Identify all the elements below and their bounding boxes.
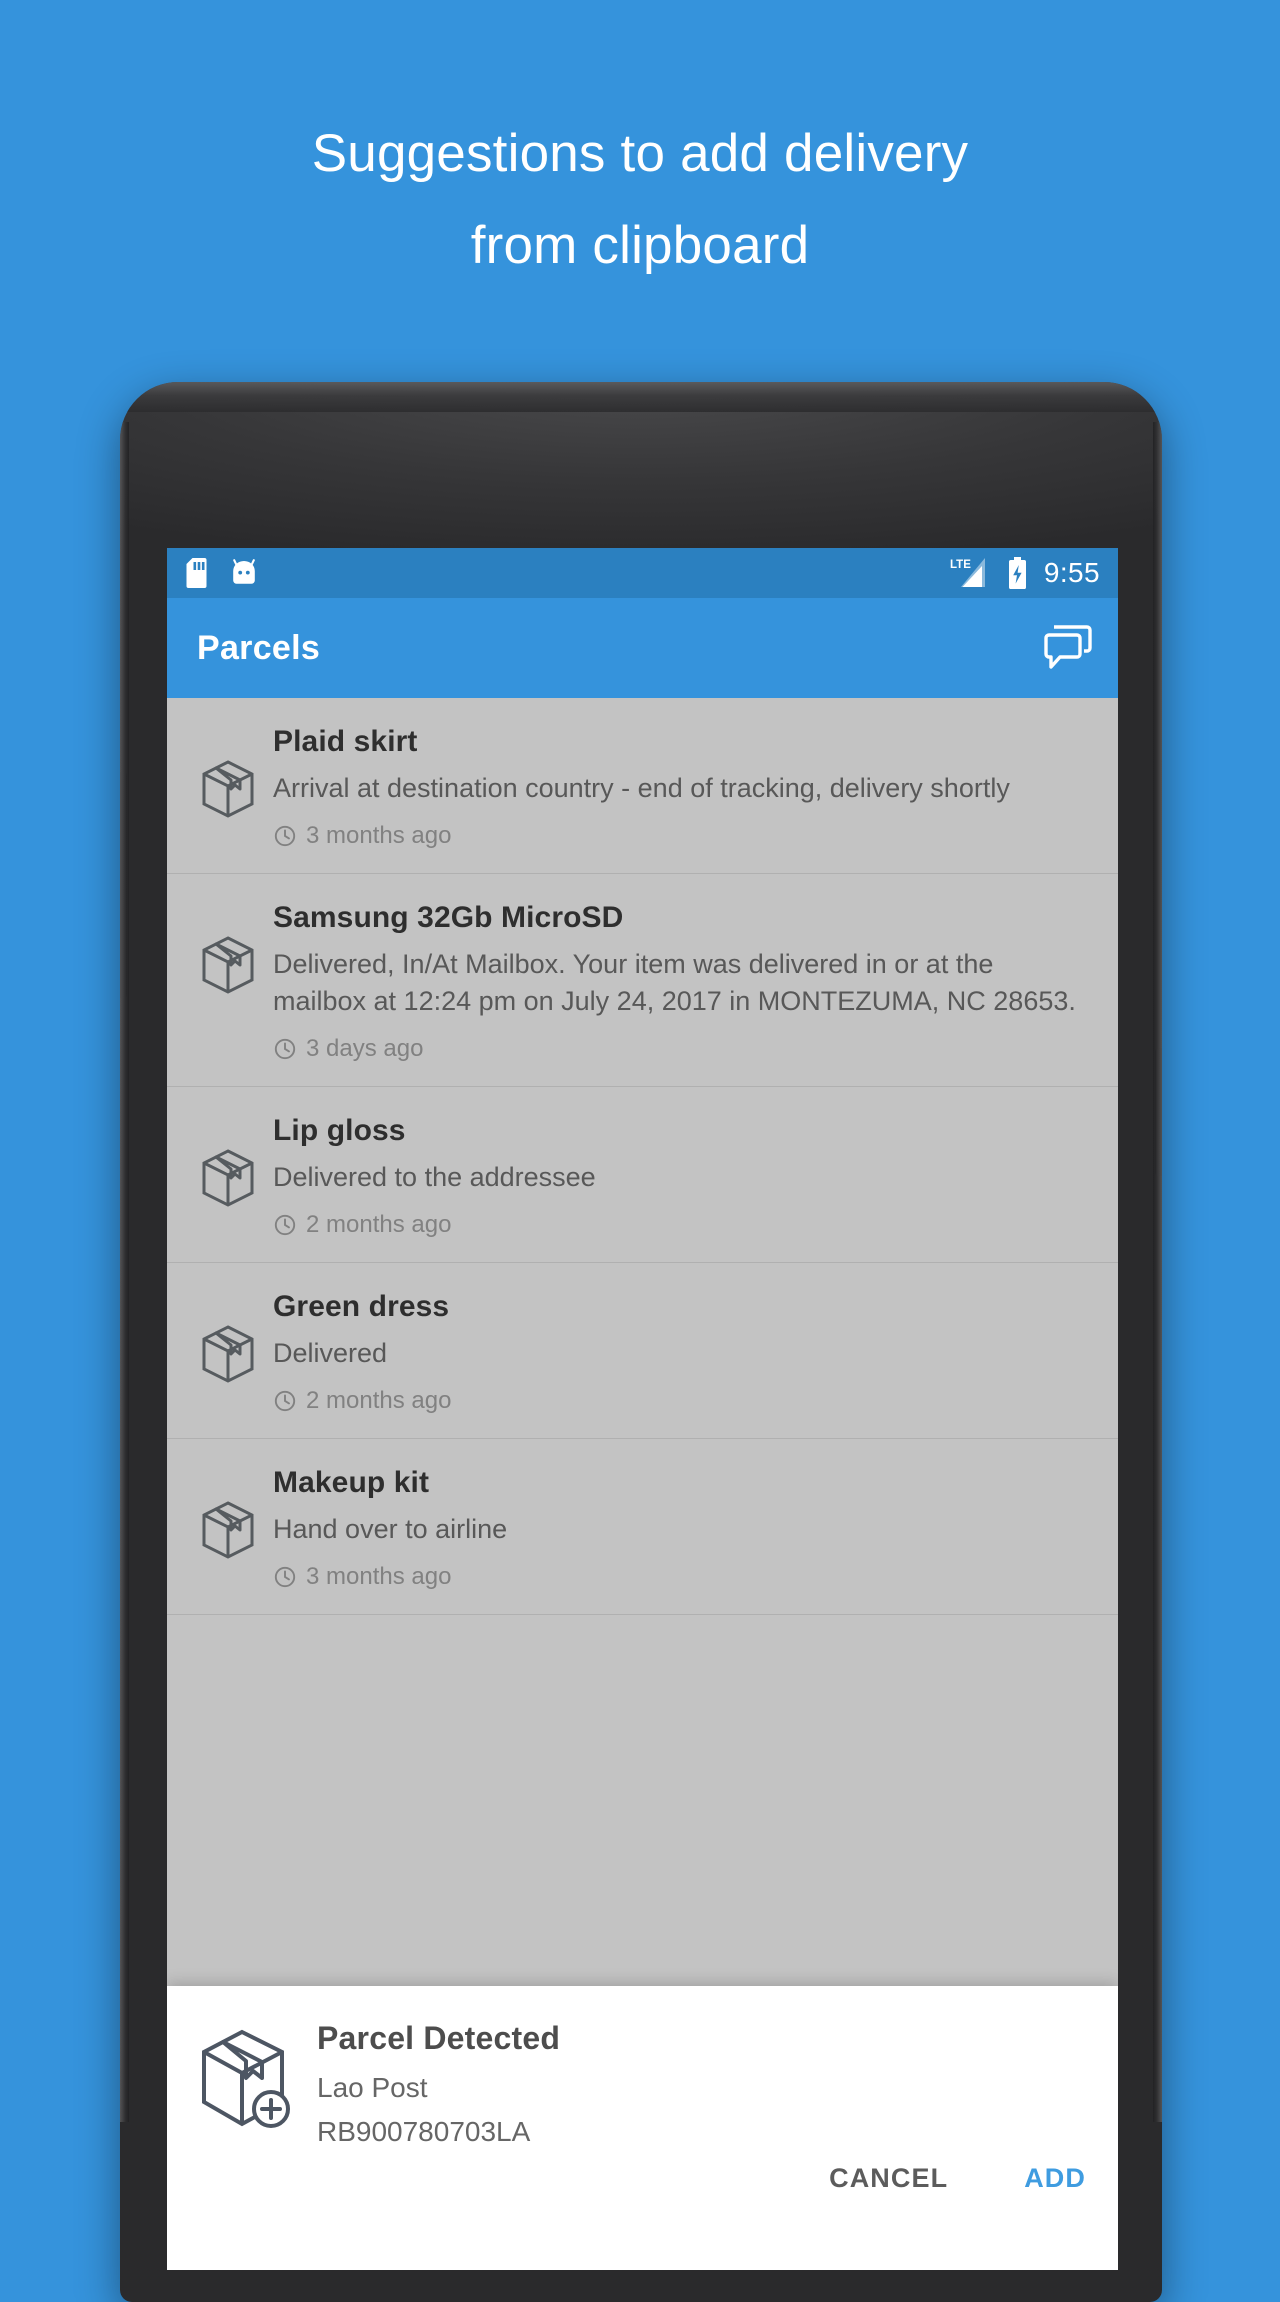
parcel-item-time-label: 3 months ago (306, 822, 452, 849)
app-bar-title: Parcels (197, 628, 321, 667)
status-bar-right-icons: LTE 9:55 (949, 557, 1100, 589)
dialog-actions: CANCEL ADD (825, 2157, 1090, 2200)
parcel-add-icon (195, 2016, 299, 2132)
parcel-list-item[interactable]: Makeup kit Hand over to airline 3 months… (167, 1439, 1118, 1615)
parcel-item-status: Delivered to the addressee (273, 1162, 596, 1192)
add-button[interactable]: ADD (1020, 2157, 1090, 2200)
parcel-box-icon (197, 898, 259, 994)
parcel-item-status: Delivered, In/At Mailbox. Your item was … (273, 949, 1076, 1016)
status-bar-clock: 9:55 (1043, 557, 1100, 588)
parcel-item-text: Plaid skirt Arrival at destination count… (259, 722, 1014, 851)
promo-headline-line-1: Suggestions to add delivery (311, 124, 969, 183)
parcel-item-title: Samsung 32Gb MicroSD (273, 901, 624, 934)
parcel-item-time: 2 months ago (273, 1210, 596, 1240)
clock-icon (273, 824, 297, 848)
parcel-item-time: 2 months ago (273, 1386, 451, 1416)
battery-charging-icon (1007, 557, 1028, 589)
device-left-rim (120, 422, 129, 2122)
clock-icon (273, 1389, 297, 1413)
phone-device-frame: LTE 9:55 Parcels Plaid skirt Arrival at … (120, 382, 1162, 2302)
clock-icon (273, 1037, 297, 1061)
android-head-icon (229, 558, 259, 588)
parcel-box-icon (197, 722, 259, 818)
parcel-item-time: 3 months ago (273, 821, 1010, 851)
lte-signal-icon: LTE (949, 557, 993, 589)
power-button[interactable] (1155, 1048, 1162, 1176)
volume-button[interactable] (120, 772, 127, 998)
feedback-chat-icon[interactable] (1044, 625, 1092, 671)
parcel-list-item[interactable]: Green dress Delivered 2 months ago (167, 1263, 1118, 1439)
dialog-text: Parcel Detected Lao Post RB900780703LA (299, 2016, 560, 2154)
parcel-item-text: Lip gloss Delivered to the addressee 2 m… (259, 1111, 600, 1240)
parcel-item-time-label: 2 months ago (306, 1211, 452, 1238)
parcel-item-time-label: 2 months ago (306, 1387, 452, 1414)
clock-icon (273, 1213, 297, 1237)
parcel-item-status: Delivered (273, 1338, 388, 1368)
parcel-item-time-label: 3 days ago (306, 1035, 424, 1062)
parcel-item-time: 3 months ago (273, 1562, 507, 1592)
app-bar-actions (1044, 625, 1092, 671)
dialog-title: Parcel Detected (317, 2020, 561, 2056)
parcel-box-icon (197, 1287, 259, 1383)
parcel-list-item[interactable]: Lip gloss Delivered to the addressee 2 m… (167, 1087, 1118, 1263)
sd-card-icon (186, 558, 211, 588)
svg-text:LTE: LTE (950, 559, 971, 571)
parcel-item-text: Makeup kit Hand over to airline 3 months… (259, 1463, 511, 1592)
parcel-item-title: Lip gloss (273, 1114, 406, 1147)
device-top-rim (120, 382, 1162, 412)
parcel-item-text: Samsung 32Gb MicroSD Delivered, In/At Ma… (259, 898, 1092, 1064)
parcel-item-status: Arrival at destination country - end of … (273, 773, 1010, 803)
phone-screen: LTE 9:55 Parcels Plaid skirt Arrival at … (167, 548, 1118, 2270)
cancel-button[interactable]: CANCEL (825, 2157, 952, 2200)
promo-headline: Suggestions to add delivery from clipboa… (0, 108, 1280, 292)
parcel-box-icon (197, 1111, 259, 1207)
parcel-item-time: 3 days ago (273, 1034, 1088, 1064)
parcel-list-item[interactable]: Samsung 32Gb MicroSD Delivered, In/At Ma… (167, 874, 1118, 1087)
promo-headline-line-2: from clipboard (470, 216, 810, 275)
status-bar-left-icons (186, 558, 259, 588)
parcel-item-title: Makeup kit (273, 1466, 430, 1499)
parcel-item-title: Plaid skirt (273, 725, 418, 758)
clock-icon (273, 1565, 297, 1589)
parcel-list-item[interactable]: Plaid skirt Arrival at destination count… (167, 698, 1118, 874)
parcel-item-text: Green dress Delivered 2 months ago (259, 1287, 455, 1416)
parcel-detected-dialog: Parcel Detected Lao Post RB900780703LA C… (167, 1986, 1118, 2270)
dialog-tracking-number: RB900780703LA (317, 2116, 531, 2147)
dialog-carrier: Lao Post (317, 2072, 428, 2103)
app-bar: Parcels (167, 598, 1118, 698)
device-right-rim (1153, 422, 1162, 2122)
status-bar: LTE 9:55 (167, 548, 1118, 598)
parcel-item-time-label: 3 months ago (306, 1563, 452, 1590)
parcel-box-icon (197, 1463, 259, 1559)
parcel-item-status: Hand over to airline (273, 1514, 508, 1544)
parcel-list: Plaid skirt Arrival at destination count… (167, 698, 1118, 1615)
dialog-body: Parcel Detected Lao Post RB900780703LA (195, 2016, 1090, 2154)
parcel-item-title: Green dress (273, 1290, 450, 1323)
